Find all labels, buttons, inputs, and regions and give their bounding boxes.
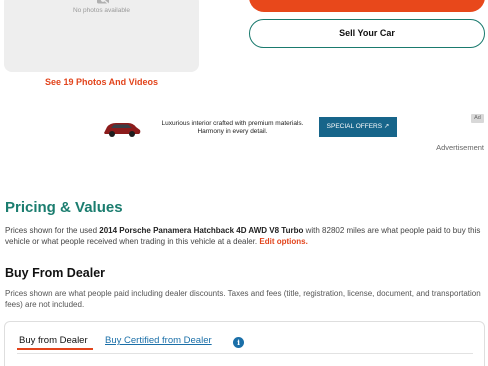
camera-slash-icon	[97, 0, 109, 4]
info-icon[interactable]: i	[233, 337, 244, 348]
pricing-values-title: Pricing & Values	[5, 199, 123, 216]
special-offers-button[interactable]: SPECIAL OFFERS ↗	[319, 117, 397, 137]
tab-divider	[17, 353, 473, 354]
ad-badge[interactable]: Ad	[471, 114, 484, 123]
pricing-desc-prefix: Prices shown for the used	[5, 226, 98, 235]
see-photos-link[interactable]: See 19 Photos And Videos	[4, 77, 199, 87]
price-tabs-card: Buy from Dealer Buy Certified from Deale…	[4, 321, 485, 366]
no-photos-text: No photos available	[72, 7, 131, 14]
buy-from-dealer-title: Buy From Dealer	[5, 266, 106, 280]
advertisement-caption: Advertisement	[436, 143, 484, 152]
ad-banner[interactable]: Luxurious interior crafted with premium …	[100, 114, 400, 142]
ad-text: Luxurious interior crafted with premium …	[161, 120, 304, 135]
pricing-description: Prices shown for the used 2014 Porsche P…	[5, 225, 485, 247]
tab-buy-certified[interactable]: Buy Certified from Dealer	[105, 335, 212, 346]
sell-your-car-button[interactable]: Sell Your Car	[249, 19, 485, 48]
primary-action-button[interactable]	[249, 0, 485, 12]
edit-options-link[interactable]: Edit options.	[259, 237, 307, 246]
dealer-description: Prices shown are what people paid includ…	[5, 289, 481, 309]
ad-car-image	[104, 123, 141, 137]
tab-buy-from-dealer[interactable]: Buy from Dealer	[19, 335, 88, 346]
vehicle-name: 2014 Porsche Panamera Hatchback 4D AWD V…	[99, 226, 304, 235]
vehicle-photo-placeholder: No photos available	[4, 0, 199, 72]
active-tab-indicator	[17, 348, 93, 350]
